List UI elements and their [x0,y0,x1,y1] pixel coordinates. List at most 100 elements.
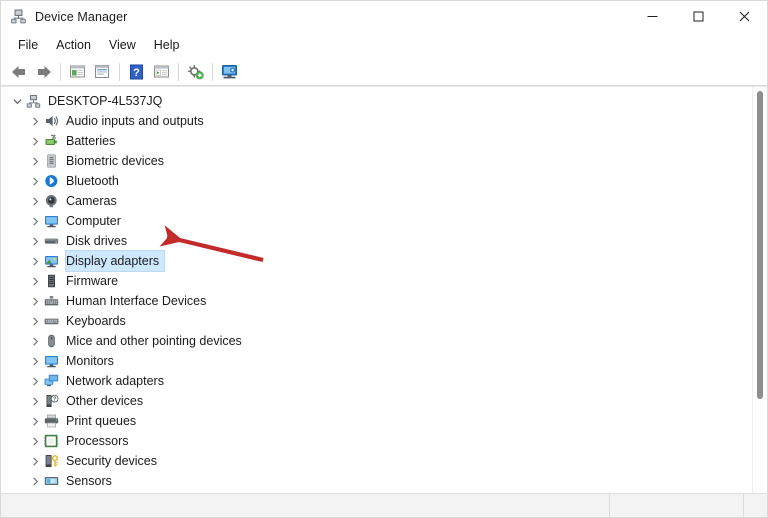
chevron-right-icon[interactable] [27,477,43,486]
devices-by-type-button[interactable] [217,60,242,84]
tree-item-label: Cameras [66,194,117,208]
update-driver-icon [154,65,169,78]
status-bar [1,493,767,517]
tree-item-label: Bluetooth [66,174,119,188]
printer-icon [43,413,60,429]
tree-item-disk-drives[interactable]: Disk drives [1,231,752,251]
processor-icon [43,433,60,449]
tree-item-label: Processors [66,434,129,448]
toolbar-separator-1 [60,62,61,81]
tree-item-security-devices[interactable]: Security devices [1,451,752,471]
menu-item-view[interactable]: View [100,35,145,55]
status-bar-resize-grip[interactable] [743,494,767,517]
chevron-right-icon[interactable] [27,437,43,446]
tree-item-human-interface-devices[interactable]: Human Interface Devices [1,291,752,311]
vertical-scrollbar[interactable] [752,87,767,493]
tree-item-label: Firmware [66,274,119,288]
battery-icon [43,133,60,149]
scan-hardware-changes-button[interactable] [183,60,208,84]
tree-item-audio-inputs-and-outputs[interactable]: Audio inputs and outputs [1,111,752,131]
chevron-right-icon[interactable] [27,297,43,306]
forward-arrow-icon [37,65,51,78]
monitor-icon [43,213,60,229]
tree-item-biometric-devices[interactable]: Biometric devices [1,151,752,171]
tree-item-batteries[interactable]: Batteries [1,131,752,151]
tree-item-label: Human Interface Devices [66,294,207,308]
tree-item-software-components[interactable]: Software components [1,491,752,493]
chevron-right-icon[interactable] [27,417,43,426]
tree-item-print-queues[interactable]: Print queues [1,411,752,431]
chevron-right-icon[interactable] [27,237,43,246]
unknown-device-icon: ? [43,393,60,409]
tree-item-bluetooth[interactable]: Bluetooth [1,171,752,191]
tree-item-label: Batteries [66,134,116,148]
sensor-icon [43,473,60,489]
tree-item-other-devices[interactable]: ? Other devices [1,391,752,411]
scan-hardware-changes-icon [187,64,204,79]
network-adapter-icon [43,373,60,389]
tree-item-label: Computer [66,214,121,228]
tree-item-computer[interactable]: Computer [1,211,752,231]
chevron-right-icon[interactable] [27,357,43,366]
tree-item-mice-and-other-pointing-devices[interactable]: Mice and other pointing devices [1,331,752,351]
menu-item-help[interactable]: Help [145,35,189,55]
show-hide-console-tree-button[interactable] [65,60,90,84]
tree-item-monitors[interactable]: Monitors [1,351,752,371]
chevron-right-icon[interactable] [27,337,43,346]
tree-item-sensors[interactable]: Sensors [1,471,752,491]
vertical-scrollbar-thumb[interactable] [757,91,763,399]
tree-item-label: Mice and other pointing devices [66,334,242,348]
chevron-right-icon[interactable] [27,317,43,326]
update-driver-button[interactable] [149,60,174,84]
forward-button[interactable] [31,60,56,84]
monitor-icon [43,353,60,369]
console-tree-icon [70,65,85,78]
menu-item-action[interactable]: Action [47,35,100,55]
chevron-right-icon[interactable] [27,217,43,226]
tree-item-label: Disk drives [66,234,128,248]
back-arrow-icon [11,65,25,78]
device-tree[interactable]: DESKTOP-4L537JQ Audio inputs and outputs [1,87,752,493]
tree-item-label: Monitors [66,354,114,368]
chevron-right-icon[interactable] [27,137,43,146]
chevron-right-icon[interactable] [27,197,43,206]
chevron-right-icon[interactable] [27,457,43,466]
tree-item-cameras[interactable]: Cameras [1,191,752,211]
window-title: Device Manager [35,9,128,24]
speaker-icon [43,113,60,129]
help-button[interactable]: ? [124,60,149,84]
tree-item-keyboards[interactable]: Keyboards [1,311,752,331]
devices-by-type-icon [222,64,237,78]
tree-item-firmware[interactable]: Firmware [1,271,752,291]
back-button[interactable] [6,60,31,84]
svg-text:?: ? [133,67,140,79]
chevron-right-icon[interactable] [27,257,43,266]
maximize-button[interactable] [675,1,721,32]
properties-button[interactable] [90,60,115,84]
tree-item-label: Keyboards [66,314,126,328]
tree-root-node[interactable]: DESKTOP-4L537JQ [1,91,752,111]
close-button[interactable] [721,1,767,32]
tree-root-label: DESKTOP-4L537JQ [48,94,163,108]
tree-item-processors[interactable]: Processors [1,431,752,451]
chevron-right-icon[interactable] [27,117,43,126]
chevron-right-icon[interactable] [27,397,43,406]
tree-item-label: Other devices [66,394,144,408]
menu-item-file[interactable]: File [9,35,47,55]
tree-item-label: Software components [66,491,192,493]
tree-item-display-adapters[interactable]: Display adapters [1,250,752,272]
chevron-down-icon[interactable] [9,97,25,106]
chevron-right-icon[interactable] [27,277,43,286]
tree-item-label: Sensors [66,474,112,488]
minimize-button[interactable] [629,1,675,32]
chevron-right-icon[interactable] [27,157,43,166]
chevron-right-icon[interactable] [27,377,43,386]
keyboard-icon [43,313,60,329]
tree-item-network-adapters[interactable]: Network adapters [1,371,752,391]
title-bar-left: Device Manager [1,8,127,25]
properties-icon [95,65,109,78]
tree-item-label: Network adapters [66,374,164,388]
chevron-right-icon[interactable] [27,177,43,186]
window-controls [629,1,767,32]
toolbar: ? [1,58,767,86]
